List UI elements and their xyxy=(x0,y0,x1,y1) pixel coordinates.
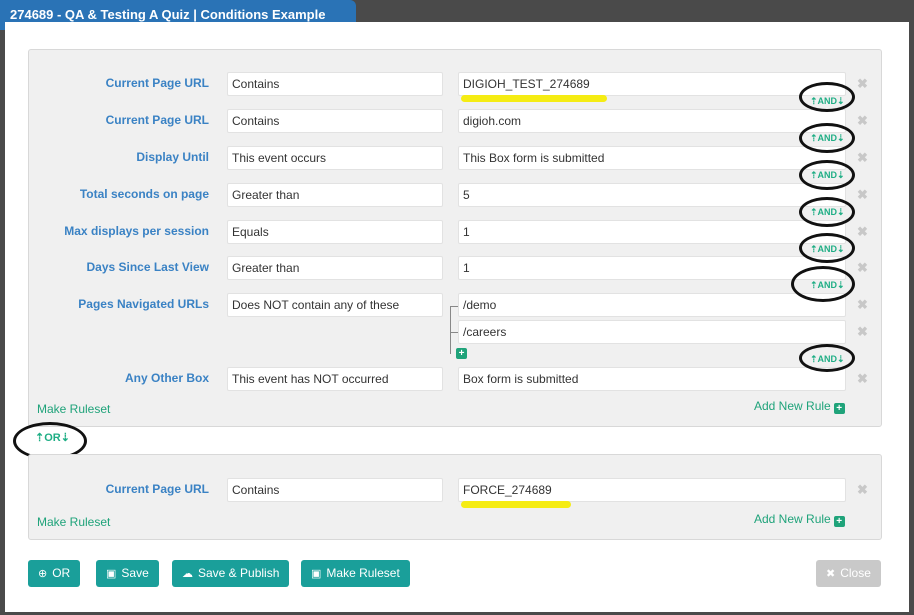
rule-value-input[interactable]: digioh.com xyxy=(458,109,846,133)
rule-row: Display Until This event occurs This Box… xyxy=(29,146,881,170)
rule-row: Total seconds on page Greater than 5 ✖ xyxy=(29,183,881,207)
delete-rule-icon[interactable]: ✖ xyxy=(857,297,868,313)
delete-rule-icon[interactable]: ✖ xyxy=(857,324,868,340)
delete-rule-icon[interactable]: ✖ xyxy=(857,76,868,92)
make-ruleset-link[interactable]: Make Ruleset xyxy=(37,402,110,416)
close-icon: ✖ xyxy=(826,568,836,580)
rule-operator-select[interactable]: Contains xyxy=(227,109,443,133)
rule-label: Days Since Last View xyxy=(86,260,209,274)
rule-value-input[interactable]: 5 xyxy=(458,183,846,207)
delete-rule-icon[interactable]: ✖ xyxy=(857,150,868,166)
add-new-rule-label: Add New Rule xyxy=(754,512,831,526)
value-tree-line xyxy=(450,332,458,333)
or-button-label: OR xyxy=(52,566,71,580)
value-tree-line xyxy=(450,306,458,307)
annotation-circle xyxy=(799,82,855,112)
annotation-circle xyxy=(791,266,855,302)
ruleset-1-panel: Current Page URL Contains DIGIOH_TEST_27… xyxy=(28,49,882,427)
annotation-circle xyxy=(799,233,855,263)
rule-value-input[interactable]: /careers xyxy=(458,320,846,344)
annotation-circle xyxy=(799,197,855,227)
rule-value-input[interactable]: 1 xyxy=(458,256,846,280)
add-new-rule-label: Add New Rule xyxy=(754,399,831,413)
rule-value-input[interactable]: Box form is submitted xyxy=(458,367,846,391)
rule-label: Current Page URL xyxy=(105,482,209,496)
close-button-label: Close xyxy=(840,566,871,580)
floppy-disk-icon: ▣ xyxy=(311,568,322,580)
rule-operator-select[interactable]: Does NOT contain any of these xyxy=(227,293,443,317)
make-ruleset-link[interactable]: Make Ruleset xyxy=(37,515,110,529)
rule-value-input[interactable]: 1 xyxy=(458,220,846,244)
add-value-icon[interactable]: + xyxy=(456,348,467,359)
rule-operator-select[interactable]: Greater than xyxy=(227,256,443,280)
delete-rule-icon[interactable]: ✖ xyxy=(857,371,868,387)
annotation-circle xyxy=(799,160,855,190)
save-publish-button-label: Save & Publish xyxy=(198,566,280,580)
rule-label: Any Other Box xyxy=(124,371,209,385)
rule-label: Max displays per session xyxy=(64,224,209,238)
yellow-highlight xyxy=(461,501,571,508)
rule-value-input[interactable]: /demo xyxy=(458,293,846,317)
ruleset-2-panel: Current Page URL Contains FORCE_274689 ✖… xyxy=(28,454,882,540)
value-tree-line xyxy=(450,306,451,354)
make-ruleset-button[interactable]: ▣ Make Ruleset xyxy=(301,560,410,587)
rule-row: Current Page URL Contains DIGIOH_TEST_27… xyxy=(29,72,881,96)
save-publish-button[interactable]: ☁ Save & Publish xyxy=(172,560,290,587)
save-button-label: Save xyxy=(121,566,149,580)
yellow-highlight xyxy=(461,95,607,102)
delete-rule-icon[interactable]: ✖ xyxy=(857,113,868,129)
rule-operator-select[interactable]: Contains xyxy=(227,72,443,96)
rule-row: Current Page URL Contains FORCE_274689 ✖ xyxy=(29,478,881,502)
plus-icon: + xyxy=(833,403,845,414)
rule-operator-select[interactable]: Equals xyxy=(227,220,443,244)
close-button[interactable]: ✖ Close xyxy=(816,560,881,587)
rule-value-input[interactable]: FORCE_274689 xyxy=(458,478,846,502)
save-button[interactable]: ▣ Save xyxy=(96,560,159,587)
rule-row: Current Page URL Contains digioh.com ✖ xyxy=(29,109,881,133)
rule-label: Current Page URL xyxy=(105,113,209,127)
rule-value-input[interactable]: DIGIOH_TEST_274689 xyxy=(458,72,846,96)
rule-row: Days Since Last View Greater than 1 ✖ xyxy=(29,256,881,280)
add-new-rule-link[interactable]: Add New Rule + xyxy=(754,512,845,527)
rule-operator-select[interactable]: This event has NOT occurred xyxy=(227,367,443,391)
delete-rule-icon[interactable]: ✖ xyxy=(857,224,868,240)
add-new-rule-link[interactable]: Add New Rule + xyxy=(754,399,845,414)
plus-circle-icon: ⊕ xyxy=(38,568,48,580)
rule-label: Display Until xyxy=(136,150,209,164)
rule-value-input[interactable]: This Box form is submitted xyxy=(458,146,846,170)
rule-row: Any Other Box This event has NOT occurre… xyxy=(29,367,881,391)
rule-label: Pages Navigated URLs xyxy=(78,297,209,311)
rule-row: Pages Navigated URLs Does NOT contain an… xyxy=(29,293,881,317)
rule-label: Total seconds on page xyxy=(79,187,209,201)
rule-operator-select[interactable]: Contains xyxy=(227,478,443,502)
rule-row: Max displays per session Equals 1 ✖ xyxy=(29,220,881,244)
rule-label: Current Page URL xyxy=(105,76,209,90)
delete-rule-icon[interactable]: ✖ xyxy=(857,260,868,276)
delete-rule-icon[interactable]: ✖ xyxy=(857,187,868,203)
floppy-disk-icon: ▣ xyxy=(106,568,117,580)
annotation-circle xyxy=(799,344,855,372)
conditions-modal: Current Page URL Contains DIGIOH_TEST_27… xyxy=(5,22,909,612)
annotation-circle xyxy=(799,123,855,153)
cloud-upload-icon: ☁ xyxy=(182,568,193,580)
rule-operator-select[interactable]: Greater than xyxy=(227,183,443,207)
plus-icon: + xyxy=(833,516,845,527)
rule-operator-select[interactable]: This event occurs xyxy=(227,146,443,170)
make-ruleset-button-label: Make Ruleset xyxy=(326,566,400,580)
delete-rule-icon[interactable]: ✖ xyxy=(857,482,868,498)
or-button[interactable]: ⊕ OR xyxy=(28,560,81,587)
